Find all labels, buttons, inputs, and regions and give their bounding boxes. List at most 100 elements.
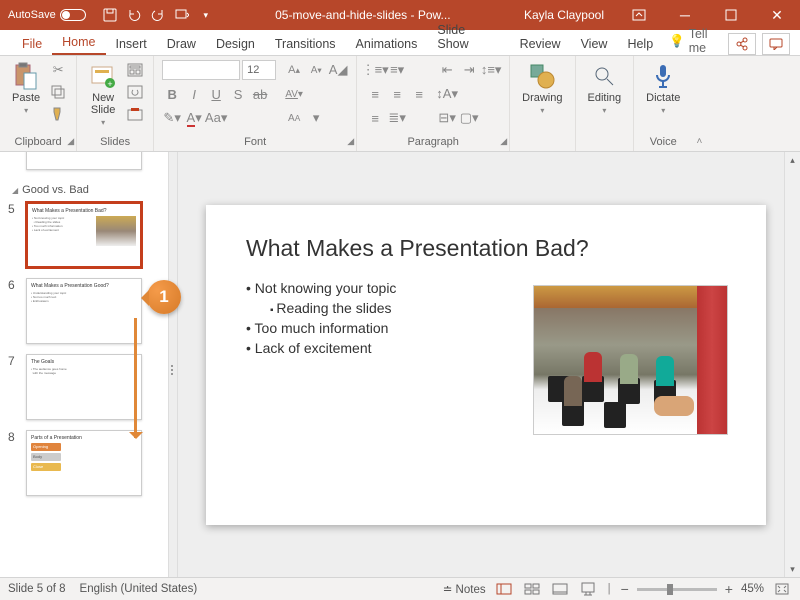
panel-splitter[interactable]: [168, 152, 178, 577]
zoom-in-icon[interactable]: +: [725, 581, 733, 597]
tutorial-callout: 1: [147, 280, 181, 314]
copy-icon[interactable]: [48, 82, 68, 102]
clear-format-icon[interactable]: A◢: [328, 60, 348, 80]
tell-me-search[interactable]: 💡 Tell me: [669, 27, 728, 55]
italic-button[interactable]: I: [184, 84, 204, 104]
sorter-view-icon[interactable]: [522, 581, 542, 597]
zoom-slider[interactable]: [637, 588, 717, 591]
ribbon-options-icon[interactable]: [616, 0, 662, 30]
dialog-launcher-icon[interactable]: ◢: [500, 136, 507, 147]
smartart-icon[interactable]: ▢▾: [459, 108, 479, 128]
increase-font-icon[interactable]: A▴: [284, 60, 304, 80]
tab-animations[interactable]: Animations: [346, 33, 428, 55]
scroll-up-icon[interactable]: ▴: [785, 152, 800, 168]
group-drawing: Drawing ▾: [510, 56, 575, 151]
thumbnail-slide-5[interactable]: 5 What Makes a Presentation Bad?• Not kn…: [8, 202, 160, 268]
find-icon: [590, 62, 618, 90]
tab-slideshow[interactable]: Slide Show: [427, 19, 509, 55]
font-family-dropdown[interactable]: [162, 60, 240, 80]
slide-thumbnails-panel: 4 What kinds of PowerPoints can the mess…: [0, 152, 168, 577]
section-header[interactable]: Good vs. Bad: [8, 180, 160, 202]
language-indicator[interactable]: English (United States): [80, 583, 198, 595]
minimize-icon[interactable]: ─: [662, 0, 708, 30]
comments-button[interactable]: [762, 33, 790, 55]
superscript-icon[interactable]: AA: [284, 108, 304, 128]
close-icon[interactable]: ✕: [754, 0, 800, 30]
notes-button[interactable]: ≐ Notes: [443, 582, 486, 596]
shapes-icon: [528, 62, 556, 90]
tab-insert[interactable]: Insert: [106, 33, 157, 55]
dictate-button[interactable]: Dictate ▾: [642, 60, 684, 117]
tab-view[interactable]: View: [571, 33, 618, 55]
normal-view-icon[interactable]: [494, 581, 514, 597]
title-bar: AutoSave ▾ 05-move-and-hide-slides - Pow…: [0, 0, 800, 30]
editing-dropdown[interactable]: Editing ▾: [584, 60, 626, 117]
vertical-scrollbar[interactable]: ▴ ▾: [784, 152, 800, 577]
font-size-dropdown[interactable]: 12: [242, 60, 276, 80]
align-text-icon[interactable]: ⊟▾: [437, 108, 457, 128]
scroll-down-icon[interactable]: ▾: [785, 561, 800, 577]
shadow-button[interactable]: S: [228, 84, 248, 104]
underline-button[interactable]: U: [206, 84, 226, 104]
dialog-launcher-icon[interactable]: ◢: [347, 136, 354, 147]
tab-draw[interactable]: Draw: [157, 33, 206, 55]
undo-icon[interactable]: [126, 7, 142, 23]
user-name[interactable]: Kayla Claypool: [512, 8, 616, 22]
maximize-icon[interactable]: [708, 0, 754, 30]
bullets-icon[interactable]: ⋮≡▾: [365, 60, 385, 80]
tab-help[interactable]: Help: [617, 33, 663, 55]
fit-to-window-icon[interactable]: [772, 581, 792, 597]
start-from-beginning-icon[interactable]: [174, 7, 190, 23]
group-slides: + New Slide ▾ Slides: [77, 56, 154, 151]
tab-home[interactable]: Home: [52, 31, 105, 55]
justify-icon[interactable]: ≡: [365, 108, 385, 128]
share-button[interactable]: [728, 33, 756, 55]
align-center-icon[interactable]: ≡: [387, 84, 407, 104]
zoom-level[interactable]: 45%: [741, 583, 764, 595]
decrease-indent-icon[interactable]: ⇤: [437, 60, 457, 80]
section-icon[interactable]: [125, 104, 145, 124]
line-spacing-icon[interactable]: ↕≡▾: [481, 60, 501, 80]
highlight-icon[interactable]: ✎▾: [162, 108, 182, 128]
slide-counter[interactable]: Slide 5 of 8: [8, 583, 66, 595]
tab-review[interactable]: Review: [510, 33, 571, 55]
slide-content[interactable]: What Makes a Presentation Bad? Not knowi…: [206, 205, 766, 525]
increase-indent-icon[interactable]: ⇥: [459, 60, 479, 80]
reset-icon[interactable]: [125, 82, 145, 102]
subscript-icon[interactable]: ▾: [306, 108, 326, 128]
slide-title: What Makes a Presentation Bad?: [246, 235, 726, 262]
numbering-icon[interactable]: ≡▾: [387, 60, 407, 80]
tab-design[interactable]: Design: [206, 33, 265, 55]
zoom-out-icon[interactable]: −: [621, 581, 629, 597]
group-font: 12 B I U S ab ✎▾ A▾ Aa▾ A▴ A▾: [154, 56, 357, 151]
change-case-icon[interactable]: Aa▾: [206, 108, 226, 128]
align-left-icon[interactable]: ≡: [365, 84, 385, 104]
decrease-font-icon[interactable]: A▾: [306, 60, 326, 80]
thumbnail-slide-7[interactable]: 7 The Goals• The audience goes home with…: [8, 354, 160, 420]
columns-icon[interactable]: ≣▾: [387, 108, 407, 128]
redo-icon[interactable]: [150, 7, 166, 23]
drawing-dropdown[interactable]: Drawing ▾: [518, 60, 566, 117]
reading-view-icon[interactable]: [550, 581, 570, 597]
strikethrough-button[interactable]: ab: [250, 84, 270, 104]
text-direction-icon[interactable]: ↕A▾: [437, 84, 457, 104]
qat-dropdown-icon[interactable]: ▾: [198, 7, 214, 23]
layout-icon[interactable]: [125, 60, 145, 80]
bold-button[interactable]: B: [162, 84, 182, 104]
slideshow-view-icon[interactable]: [578, 581, 598, 597]
format-painter-icon[interactable]: [48, 104, 68, 124]
paste-button[interactable]: Paste ▾: [8, 60, 44, 117]
char-spacing-icon[interactable]: AV▾: [284, 84, 304, 104]
save-icon[interactable]: [102, 7, 118, 23]
font-color-icon[interactable]: A▾: [184, 108, 204, 128]
dialog-launcher-icon[interactable]: ◢: [67, 136, 74, 147]
thumbnail-slide-4[interactable]: 4 What kinds of PowerPoints can the mess…: [8, 152, 160, 170]
new-slide-button[interactable]: + New Slide ▾: [85, 60, 121, 129]
tab-transitions[interactable]: Transitions: [265, 33, 346, 55]
collapse-ribbon-icon[interactable]: ˄: [692, 56, 706, 151]
tab-file[interactable]: File: [12, 33, 52, 55]
align-right-icon[interactable]: ≡: [409, 84, 429, 104]
cut-icon[interactable]: ✂: [48, 60, 68, 80]
thumbnail-slide-6[interactable]: 6 What Makes a Presentation Good?• Under…: [8, 278, 160, 344]
autosave-toggle[interactable]: AutoSave: [8, 9, 86, 21]
